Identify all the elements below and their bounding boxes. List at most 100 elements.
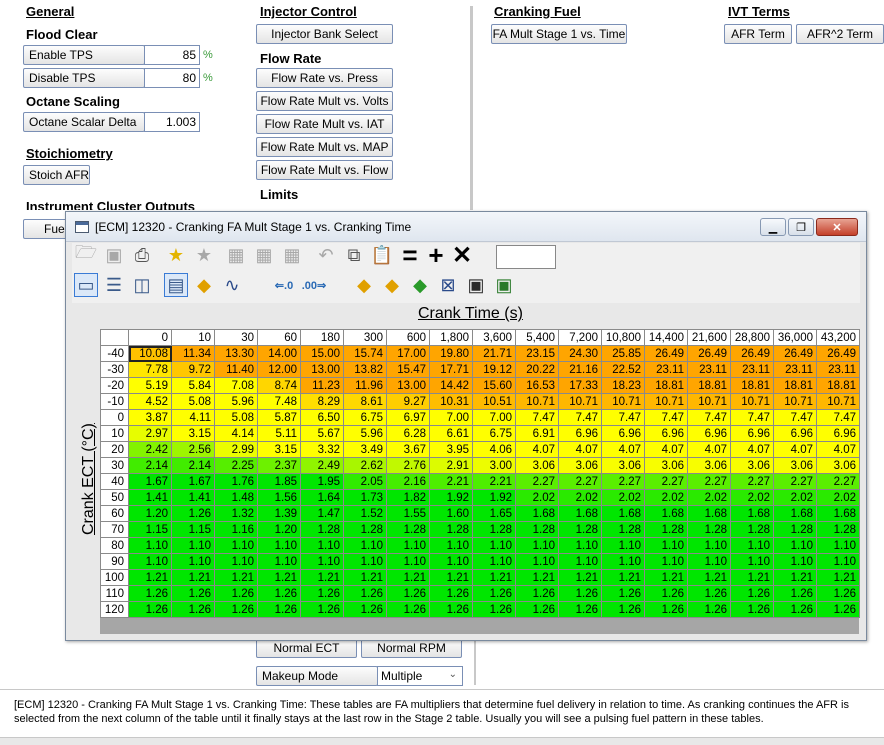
table-cell[interactable]: 1.21 xyxy=(214,569,258,586)
table-cell[interactable]: 3.87 xyxy=(128,409,172,426)
table-cell[interactable]: 5.19 xyxy=(128,377,172,394)
grid-interp-all-icon[interactable]: ▦ xyxy=(280,243,304,267)
table-cell[interactable]: 5.84 xyxy=(171,377,215,394)
table-cell[interactable]: 18.81 xyxy=(644,377,688,394)
table-cell[interactable]: 1.68 xyxy=(515,505,559,522)
table-cell[interactable]: 23.15 xyxy=(515,345,559,362)
column-header[interactable]: 0 xyxy=(128,329,172,346)
table-cell[interactable]: 10.71 xyxy=(773,393,817,410)
table-cell[interactable]: 3.00 xyxy=(472,457,516,474)
table-cell[interactable]: 1.21 xyxy=(171,569,215,586)
table-cell[interactable]: 1.28 xyxy=(601,521,645,538)
table-cell[interactable]: 1.26 xyxy=(773,585,817,602)
table-cell[interactable]: 15.60 xyxy=(472,377,516,394)
table-cell[interactable]: 3.67 xyxy=(386,441,430,458)
table-cell[interactable]: 13.82 xyxy=(343,361,387,378)
table-cell[interactable]: 1.68 xyxy=(773,505,817,522)
table-cell[interactable]: 4.07 xyxy=(773,441,817,458)
table-cell[interactable]: 23.11 xyxy=(816,361,860,378)
table-cell[interactable]: 2.16 xyxy=(386,473,430,490)
table-cell[interactable]: 10.71 xyxy=(730,393,774,410)
view-split-v-icon[interactable]: ◫ xyxy=(130,273,154,297)
view-split-h-icon[interactable]: ☰ xyxy=(102,273,126,297)
table-cell[interactable]: 1.10 xyxy=(773,537,817,554)
table-cell[interactable]: 1.28 xyxy=(300,521,344,538)
afr-term-button[interactable]: AFR Term xyxy=(724,24,792,44)
table-cell[interactable]: 7.00 xyxy=(429,409,473,426)
table-cell[interactable]: 10.71 xyxy=(687,393,731,410)
row-header[interactable]: 10 xyxy=(100,425,129,442)
disable-tps-label[interactable]: Disable TPS xyxy=(23,68,145,88)
color-border-icon[interactable]: ▣ xyxy=(464,273,488,297)
table-cell[interactable]: 4.11 xyxy=(171,409,215,426)
table-cell[interactable]: 6.28 xyxy=(386,425,430,442)
table-cell[interactable]: 10.51 xyxy=(472,393,516,410)
disable-tps-field[interactable]: 80 xyxy=(144,68,200,88)
table-cell[interactable]: 1.26 xyxy=(300,585,344,602)
table-cell[interactable]: 18.23 xyxy=(601,377,645,394)
table-cell[interactable]: 1.28 xyxy=(730,521,774,538)
table-cell[interactable]: 1.68 xyxy=(644,505,688,522)
table-cell[interactable]: 3.06 xyxy=(558,457,602,474)
table-cell[interactable]: 2.62 xyxy=(343,457,387,474)
table-cell[interactable]: 6.96 xyxy=(773,425,817,442)
table-cell[interactable]: 1.10 xyxy=(515,537,559,554)
table-cell[interactable]: 7.08 xyxy=(214,377,258,394)
table-cell[interactable]: 1.56 xyxy=(257,489,301,506)
table-cell[interactable]: 10.71 xyxy=(601,393,645,410)
table-cell[interactable]: 23.11 xyxy=(644,361,688,378)
grid-interp-h-icon[interactable]: ▦ xyxy=(224,243,248,267)
table-cell[interactable]: 8.29 xyxy=(300,393,344,410)
octane-scalar-field[interactable]: 1.003 xyxy=(144,112,200,132)
table-cell[interactable]: 17.71 xyxy=(429,361,473,378)
table-cell[interactable]: 2.27 xyxy=(515,473,559,490)
table-cell[interactable]: 1.20 xyxy=(128,505,172,522)
table-cell[interactable]: 8.74 xyxy=(257,377,301,394)
column-header[interactable]: 36,000 xyxy=(773,329,817,346)
table-cell[interactable]: 1.10 xyxy=(214,537,258,554)
table-cell[interactable]: 3.06 xyxy=(816,457,860,474)
injector-bank-select-button[interactable]: Injector Bank Select xyxy=(256,24,393,44)
table-cell[interactable]: 4.06 xyxy=(472,441,516,458)
table-cell[interactable]: 5.96 xyxy=(214,393,258,410)
table-cell[interactable]: 2.21 xyxy=(429,473,473,490)
table-cell[interactable]: 19.80 xyxy=(429,345,473,362)
normal-ect-button[interactable]: Normal ECT xyxy=(256,638,357,658)
table-cell[interactable]: 10.71 xyxy=(515,393,559,410)
row-header[interactable]: 90 xyxy=(100,553,129,570)
table-cell[interactable]: 6.91 xyxy=(515,425,559,442)
table-cell[interactable]: 1.10 xyxy=(300,553,344,570)
table-cell[interactable]: 1.28 xyxy=(816,521,860,538)
table-cell[interactable]: 16.53 xyxy=(515,377,559,394)
color-cross-icon[interactable]: ⊠ xyxy=(436,273,460,297)
table-cell[interactable]: 3.15 xyxy=(171,425,215,442)
table-cell[interactable]: 2.02 xyxy=(730,489,774,506)
table-cell[interactable]: 1.60 xyxy=(429,505,473,522)
table-cell[interactable]: 1.64 xyxy=(300,489,344,506)
table-cell[interactable]: 1.47 xyxy=(300,505,344,522)
table-cell[interactable]: 1.28 xyxy=(558,521,602,538)
table-cell[interactable]: 3.06 xyxy=(773,457,817,474)
table-cell[interactable]: 22.52 xyxy=(601,361,645,378)
table-cell[interactable]: 3.15 xyxy=(257,441,301,458)
table-cell[interactable]: 1.10 xyxy=(730,553,774,570)
table-cell[interactable]: 10.71 xyxy=(558,393,602,410)
column-header[interactable]: 43,200 xyxy=(816,329,860,346)
table-cell[interactable]: 7.47 xyxy=(816,409,860,426)
table-cell[interactable]: 2.14 xyxy=(171,457,215,474)
table-cell[interactable]: 5.08 xyxy=(214,409,258,426)
table-cell[interactable]: 21.16 xyxy=(558,361,602,378)
graph-icon[interactable]: ∿ xyxy=(220,273,244,297)
table-cell[interactable]: 13.00 xyxy=(300,361,344,378)
table-cell[interactable]: 1.28 xyxy=(687,521,731,538)
table-cell[interactable]: 1.21 xyxy=(601,569,645,586)
table-cell[interactable]: 1.26 xyxy=(343,601,387,618)
table-cell[interactable]: 1.26 xyxy=(128,601,172,618)
operand-input[interactable] xyxy=(496,245,556,269)
table-cell[interactable]: 1.10 xyxy=(558,537,602,554)
table-cell[interactable]: 2.27 xyxy=(730,473,774,490)
table-cell[interactable]: 1.21 xyxy=(429,569,473,586)
table-cell[interactable]: 7.47 xyxy=(515,409,559,426)
table-cell[interactable]: 1.10 xyxy=(687,537,731,554)
table-cell[interactable]: 1.67 xyxy=(128,473,172,490)
